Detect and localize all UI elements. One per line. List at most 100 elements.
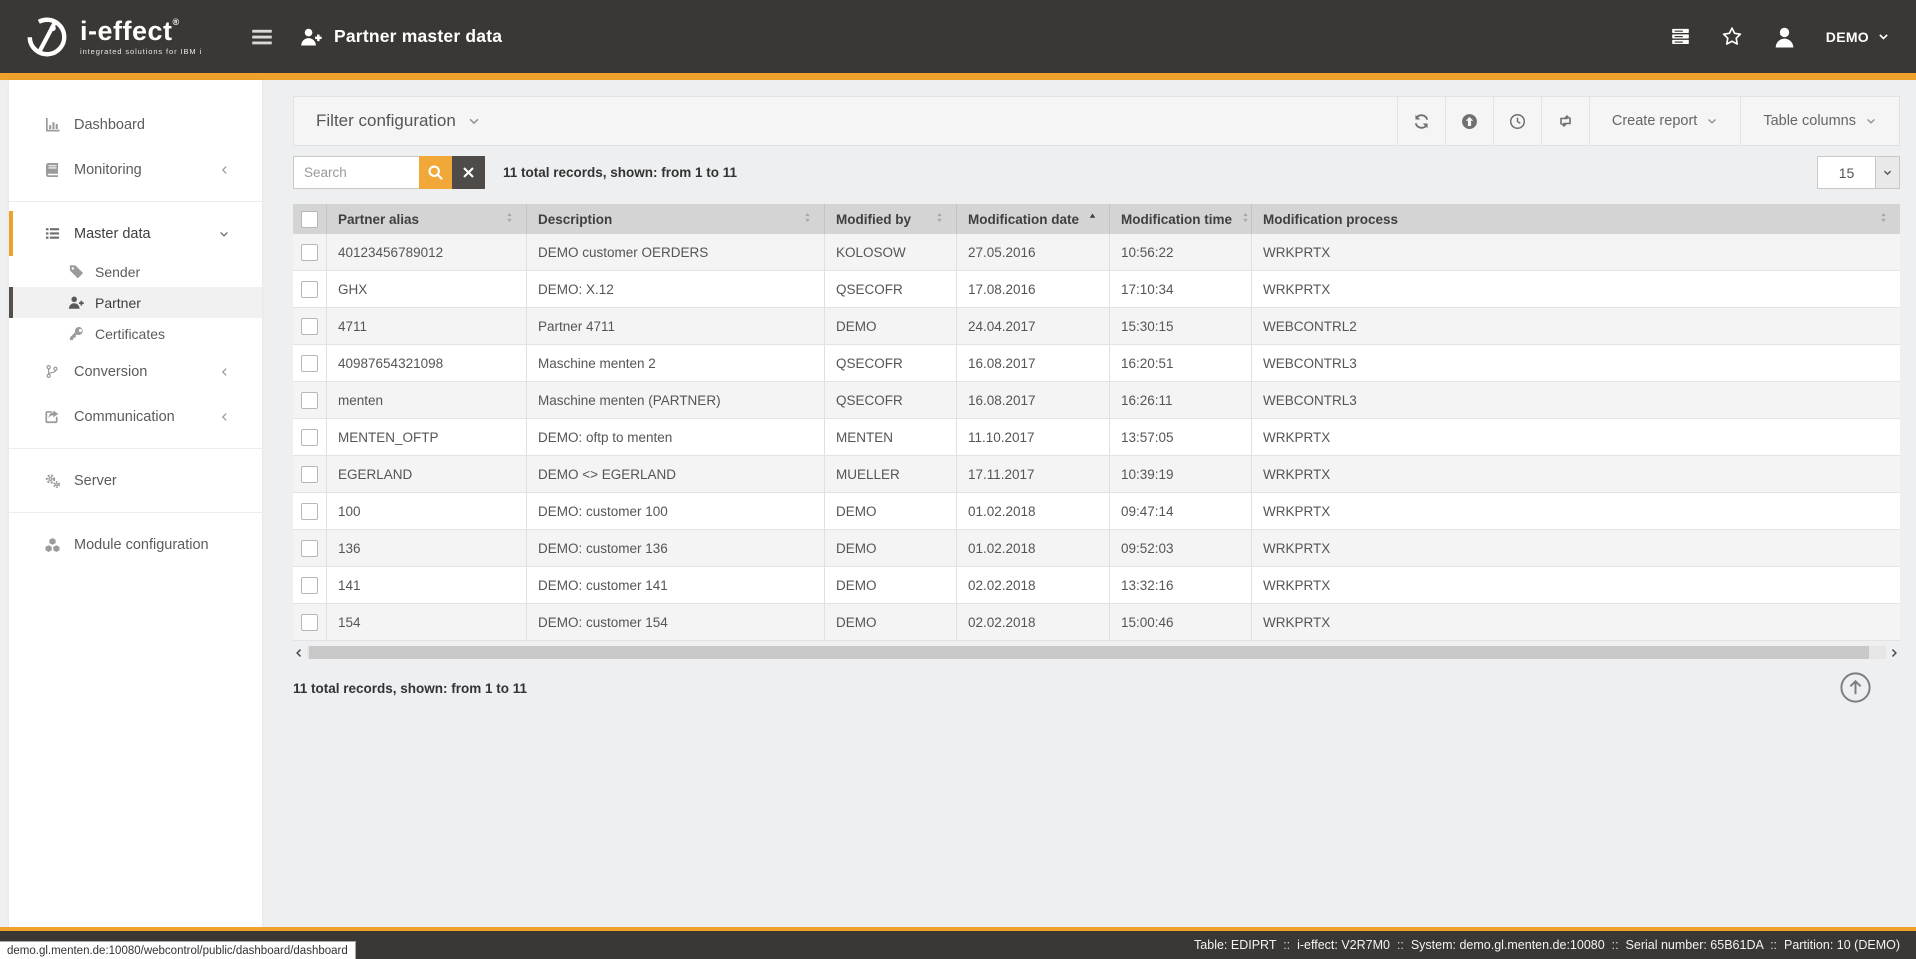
cell-description: DEMO: X.12 (527, 271, 825, 307)
transfer-button[interactable] (1541, 97, 1589, 145)
create-report-dropdown[interactable]: Create report (1589, 97, 1740, 145)
sort-asc-icon[interactable] (1079, 211, 1098, 227)
cell-modification-process: WRKPRTX (1252, 234, 1900, 270)
table-row[interactable]: 40987654321098Maschine menten 2QSECOFR16… (293, 345, 1900, 382)
sidebar-item-communication[interactable]: Communication (9, 394, 262, 439)
chevron-down-icon (1877, 30, 1890, 43)
cell-partner-alias: 154 (327, 604, 527, 640)
table-row[interactable]: EGERLANDDEMO <> EGERLANDMUELLER17.11.201… (293, 456, 1900, 493)
row-checkbox[interactable] (301, 281, 318, 298)
table-header-row: Partner aliasDescriptionModified byModif… (293, 204, 1900, 234)
cell-description: DEMO: customer 141 (527, 567, 825, 603)
table-row[interactable]: 40123456789012DEMO customer OERDERSKOLOS… (293, 234, 1900, 271)
partner-table: Partner aliasDescriptionModified byModif… (293, 204, 1900, 641)
sidebar-item-master-data[interactable]: Master data (9, 211, 262, 256)
sidebar-item-label: Server (74, 473, 117, 489)
scrollbar-thumb[interactable] (309, 646, 1869, 659)
sidebar-item-label: Monitoring (74, 162, 142, 178)
user-icon[interactable] (1773, 26, 1796, 48)
cell-modification-process: WEBCONTRL2 (1252, 308, 1900, 344)
menu-toggle-icon[interactable] (250, 25, 274, 49)
sort-icon[interactable] (1232, 211, 1251, 227)
star-icon[interactable] (1721, 26, 1743, 47)
table-row[interactable]: mentenMaschine menten (PARTNER)QSECOFR16… (293, 382, 1900, 419)
cell-modification-process: WRKPRTX (1252, 530, 1900, 566)
status-segment: Partition: 10 (DEMO) (1784, 938, 1900, 952)
sidebar-item-sender[interactable]: Sender (9, 256, 262, 287)
server-icon[interactable] (1670, 27, 1691, 46)
records-summary-bottom: 11 total records, shown: from 1 to 11 (293, 681, 527, 696)
sidebar-item-conversion[interactable]: Conversion (9, 349, 262, 394)
sidebar-item-monitoring[interactable]: Monitoring (9, 147, 262, 192)
table-row[interactable]: 136DEMO: customer 136DEMO01.02.201809:52… (293, 530, 1900, 567)
row-checkbox[interactable] (301, 577, 318, 594)
row-checkbox-cell (293, 382, 327, 418)
table-row[interactable]: 4711Partner 4711DEMO24.04.201715:30:15WE… (293, 308, 1900, 345)
sidebar-item-label: Dashboard (74, 117, 145, 133)
row-checkbox[interactable] (301, 318, 318, 335)
table-row[interactable]: GHXDEMO: X.12QSECOFR17.08.201617:10:34WR… (293, 271, 1900, 308)
row-checkbox[interactable] (301, 244, 318, 261)
chevron-down-icon (1706, 115, 1718, 127)
scroll-right-icon[interactable] (1888, 647, 1900, 659)
sort-icon[interactable] (926, 211, 945, 227)
row-checkbox[interactable] (301, 540, 318, 557)
table-row[interactable]: 154DEMO: customer 154DEMO02.02.201815:00… (293, 604, 1900, 641)
sidebar-item-dashboard[interactable]: Dashboard (9, 102, 262, 147)
scroll-to-top-button[interactable] (1839, 671, 1872, 704)
refresh-button[interactable] (1397, 97, 1445, 145)
status-separator: :: (1276, 938, 1297, 952)
cell-modification-time: 10:56:22 (1110, 234, 1252, 270)
cell-modification-process: WEBCONTRL3 (1252, 382, 1900, 418)
arrow-circle-up-button[interactable] (1445, 97, 1493, 145)
page-size-select[interactable]: 15 (1817, 156, 1900, 189)
user-plus-icon (68, 295, 84, 310)
cell-modified-by: DEMO (825, 530, 957, 566)
row-checkbox[interactable] (301, 429, 318, 446)
row-checkbox[interactable] (301, 355, 318, 372)
row-checkbox[interactable] (301, 503, 318, 520)
row-checkbox[interactable] (301, 392, 318, 409)
sidebar-item-label: Communication (74, 409, 175, 425)
sidebar-item-module-configuration[interactable]: Module configuration (9, 522, 262, 567)
share-icon (43, 409, 61, 424)
column-header-label: Description (538, 212, 612, 227)
search-button[interactable] (419, 156, 452, 189)
clear-search-button[interactable] (452, 156, 485, 189)
column-header-modified-by[interactable]: Modified by (825, 204, 957, 234)
sidebar-item-server[interactable]: Server (9, 458, 262, 503)
sort-icon[interactable] (496, 211, 515, 227)
row-checkbox[interactable] (301, 614, 318, 631)
column-header-description[interactable]: Description (527, 204, 825, 234)
key-icon (68, 326, 84, 341)
sort-icon[interactable] (1870, 211, 1889, 227)
history-button[interactable] (1493, 97, 1541, 145)
row-checkbox-cell (293, 604, 327, 640)
column-header-modification-process[interactable]: Modification process (1252, 204, 1900, 234)
column-header-modification-date[interactable]: Modification date (957, 204, 1110, 234)
column-header-modification-time[interactable]: Modification time (1110, 204, 1252, 234)
scrollbar-track[interactable] (307, 646, 1886, 659)
table-row[interactable]: MENTEN_OFTPDEMO: oftp to mentenMENTEN11.… (293, 419, 1900, 456)
cell-modification-time: 17:10:34 (1110, 271, 1252, 307)
sidebar-item-partner[interactable]: Partner (9, 287, 262, 318)
row-checkbox[interactable] (301, 466, 318, 483)
chevron-down-icon (1865, 115, 1877, 127)
search-input[interactable] (293, 156, 419, 189)
cell-modification-process: WRKPRTX (1252, 456, 1900, 492)
cell-modification-process: WEBCONTRL3 (1252, 345, 1900, 381)
sidebar-item-certificates[interactable]: Certificates (9, 318, 262, 349)
user-menu[interactable]: DEMO (1826, 29, 1890, 45)
table-row[interactable]: 141DEMO: customer 141DEMO02.02.201813:32… (293, 567, 1900, 604)
filter-configuration-toggle[interactable]: Filter configuration (294, 111, 481, 131)
column-header-partner-alias[interactable]: Partner alias (327, 204, 527, 234)
sort-icon[interactable] (794, 211, 813, 227)
app-header: i-effect® integrated solutions for IBM i… (0, 0, 1916, 73)
cell-modification-process: WRKPRTX (1252, 493, 1900, 529)
select-all-checkbox[interactable] (301, 211, 318, 228)
table-columns-dropdown[interactable]: Table columns (1740, 97, 1899, 145)
cell-modification-process: WRKPRTX (1252, 419, 1900, 455)
table-row[interactable]: 100DEMO: customer 100DEMO01.02.201809:47… (293, 493, 1900, 530)
chevron-down-icon (1875, 157, 1899, 188)
scroll-left-icon[interactable] (293, 647, 305, 659)
